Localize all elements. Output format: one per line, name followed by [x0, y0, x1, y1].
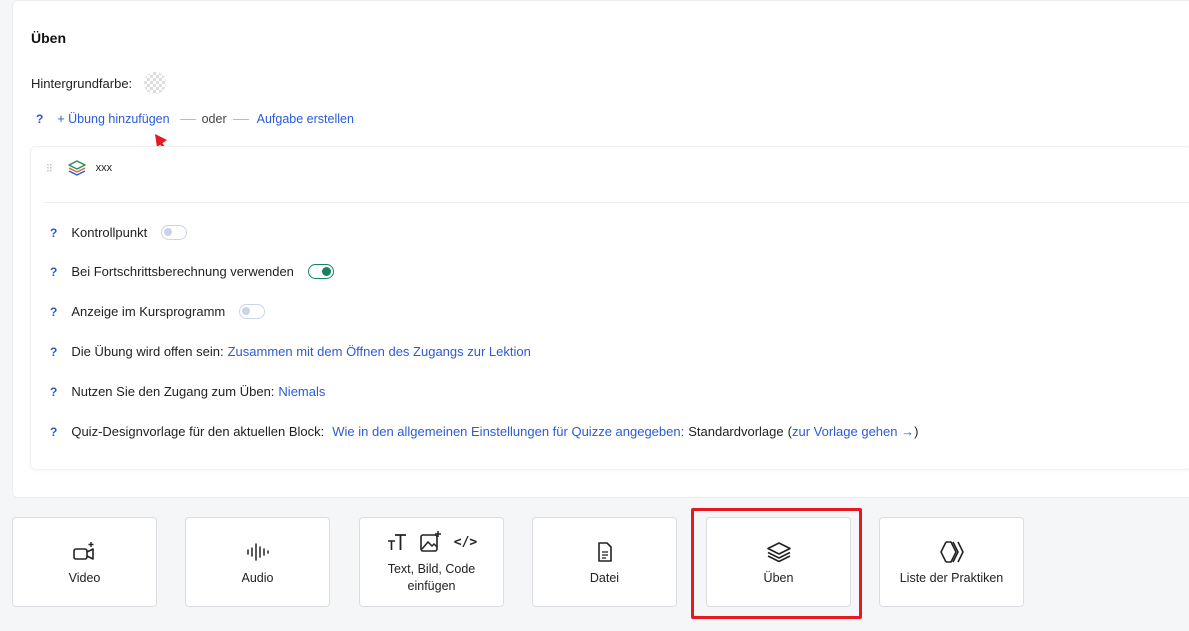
section-title: Üben: [31, 30, 66, 46]
setting-label: Anzeige im Kursprogramm: [71, 304, 226, 319]
go-to-template-link[interactable]: zur Vorlage gehen →: [792, 424, 914, 439]
exercise-item-name[interactable]: xxx: [96, 162, 113, 174]
image-plus-icon: [419, 531, 441, 552]
or-label: oder: [201, 112, 227, 126]
add-audio-tile[interactable]: Audio: [185, 517, 330, 607]
setting-progress-calculation: ? Bei Fortschrittsberechnung verwenden: [50, 264, 334, 279]
divider: [44, 202, 1189, 203]
help-icon[interactable]: ?: [50, 425, 57, 439]
setting-label: Kontrollpunkt: [71, 225, 148, 240]
help-icon[interactable]: ?: [50, 345, 57, 359]
setting-course-program: ? Anzeige im Kursprogramm: [50, 304, 266, 319]
exercise-item-header: ⁝⁝ xxx: [46, 160, 112, 176]
progress-calculation-toggle[interactable]: [307, 264, 334, 279]
setting-quiz-template: ? Quiz-Designvorlage für den aktuellen B…: [50, 424, 918, 439]
setting-access: ? Nutzen Sie den Zugang zum Üben: Niemal…: [50, 384, 325, 399]
separator-line: [179, 118, 196, 120]
separator-line: [232, 118, 249, 120]
tile-label: Video: [68, 571, 101, 585]
background-color-label: Hintergrundfarbe:: [31, 75, 133, 91]
tile-label: Audio: [241, 571, 274, 585]
help-icon[interactable]: ?: [50, 265, 57, 279]
help-icon[interactable]: ?: [50, 226, 57, 240]
template-value: Standardvorlage: [688, 424, 784, 439]
drag-handle-icon[interactable]: ⁝⁝: [46, 161, 53, 175]
help-icon[interactable]: ?: [50, 385, 57, 399]
setting-checkpoint: ? Kontrollpunkt: [50, 225, 188, 240]
background-color-row: Hintergrundfarbe:: [31, 72, 167, 94]
tile-label: Liste der Praktiken: [899, 571, 1004, 585]
access-link[interactable]: Niemals: [278, 384, 325, 399]
open-when-link[interactable]: Zusammen mit dem Öffnen des Zugangs zur …: [228, 344, 531, 359]
add-video-tile[interactable]: Video: [12, 517, 157, 607]
tile-label: Text, Bild, Code einfügen: [387, 562, 476, 593]
setting-label: Quiz-Designvorlage für den aktuellen Blo…: [71, 424, 325, 439]
audio-wave-icon: [246, 543, 269, 561]
add-exercise-link[interactable]: + Übung hinzufügen: [57, 112, 169, 126]
setting-open-when: ? Die Übung wird offen sein: Zusammen mi…: [50, 344, 531, 359]
setting-label: Die Übung wird offen sein:: [71, 344, 224, 359]
chevrons-icon: [939, 541, 964, 563]
annotation-highlight-box: [691, 508, 862, 619]
help-icon[interactable]: ?: [36, 112, 43, 126]
video-plus-icon: [72, 542, 94, 560]
course-program-toggle[interactable]: [239, 304, 266, 319]
create-task-link[interactable]: Aufgabe erstellen: [257, 112, 354, 126]
add-exercise-row: ? + Übung hinzufügen oder Aufgabe erstel…: [36, 112, 354, 126]
help-icon[interactable]: ?: [50, 305, 57, 319]
checkpoint-toggle[interactable]: [161, 225, 188, 240]
code-icon: </>: [453, 534, 478, 550]
background-color-swatch[interactable]: [144, 72, 167, 94]
layers-icon: [67, 160, 86, 176]
setting-label: Nutzen Sie den Zugang zum Üben:: [71, 384, 275, 399]
file-icon: [597, 542, 612, 562]
tile-label: Datei: [589, 571, 620, 585]
text-size-icon: [387, 534, 406, 550]
add-file-tile[interactable]: Datei: [532, 517, 677, 607]
insert-text-image-code-tile[interactable]: </> Text, Bild, Code einfügen: [359, 517, 504, 607]
practice-list-tile[interactable]: Liste der Praktiken: [879, 517, 1024, 607]
close-paren: ): [914, 424, 919, 439]
setting-label: Bei Fortschrittsberechnung verwenden: [71, 264, 294, 279]
quiz-settings-link[interactable]: Wie in den allgemeinen Einstellungen für…: [332, 424, 684, 439]
